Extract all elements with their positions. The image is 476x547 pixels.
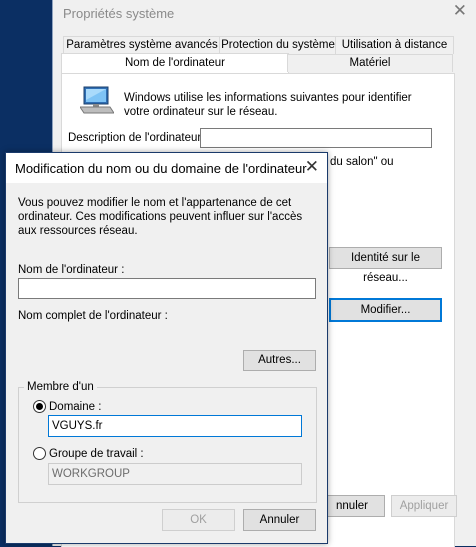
dialog-intro-text: Vous pouvez modifier le nom et l'apparte… (18, 197, 303, 237)
cancel-button[interactable]: nnuler (319, 495, 385, 517)
tab-hardware[interactable]: Matériel (287, 54, 453, 72)
rename-dialog: Modification du nom ou du domaine de l'o… (5, 152, 328, 544)
more-button[interactable]: Autres... (243, 350, 316, 371)
modify-button[interactable]: Modifier... (329, 298, 442, 322)
cancel-button[interactable]: Annuler (243, 509, 316, 531)
window-title: Propriétés système (63, 6, 175, 21)
close-icon[interactable]: ✕ (305, 157, 319, 177)
workgroup-label[interactable]: Groupe de travail : (49, 448, 144, 460)
domain-label[interactable]: Domaine : (49, 401, 101, 413)
workgroup-input[interactable]: WORKGROUP (48, 463, 302, 485)
computer-name-input[interactable] (18, 278, 316, 299)
tab-advanced-settings[interactable]: Paramètres système avancés (63, 36, 221, 54)
description-input[interactable] (200, 128, 432, 148)
description-label: Description de l'ordinateur : (68, 132, 208, 144)
computer-name-label: Nom de l'ordinateur : (18, 264, 125, 276)
dialog-titlebar[interactable]: Modification du nom ou du domaine de l'o… (6, 153, 327, 183)
network-id-button[interactable]: Identité sur le réseau... (329, 247, 442, 284)
domain-radio[interactable] (33, 400, 46, 413)
domain-input[interactable]: VGUYS.fr (48, 415, 302, 437)
workgroup-radio[interactable] (33, 447, 46, 460)
full-name-label: Nom complet de l'ordinateur : (18, 310, 168, 322)
monitor-icon (79, 85, 115, 115)
tab-remote[interactable]: Utilisation à distance (335, 36, 454, 54)
intro-text: Windows utilise les informations suivant… (124, 92, 412, 118)
example-text: du salon" ou (330, 156, 394, 168)
ok-button[interactable]: OK (162, 509, 235, 531)
member-of-label: Membre d'un (24, 381, 97, 393)
apply-button[interactable]: Appliquer (391, 495, 457, 517)
tab-computer-name[interactable]: Nom de l'ordinateur (61, 53, 289, 74)
dialog-title: Modification du nom ou du domaine de l'o… (15, 161, 307, 176)
close-icon[interactable]: ✕ (453, 1, 467, 21)
radio-selected-dot (36, 403, 43, 410)
tab-system-protection[interactable]: Protection du système (219, 36, 337, 54)
